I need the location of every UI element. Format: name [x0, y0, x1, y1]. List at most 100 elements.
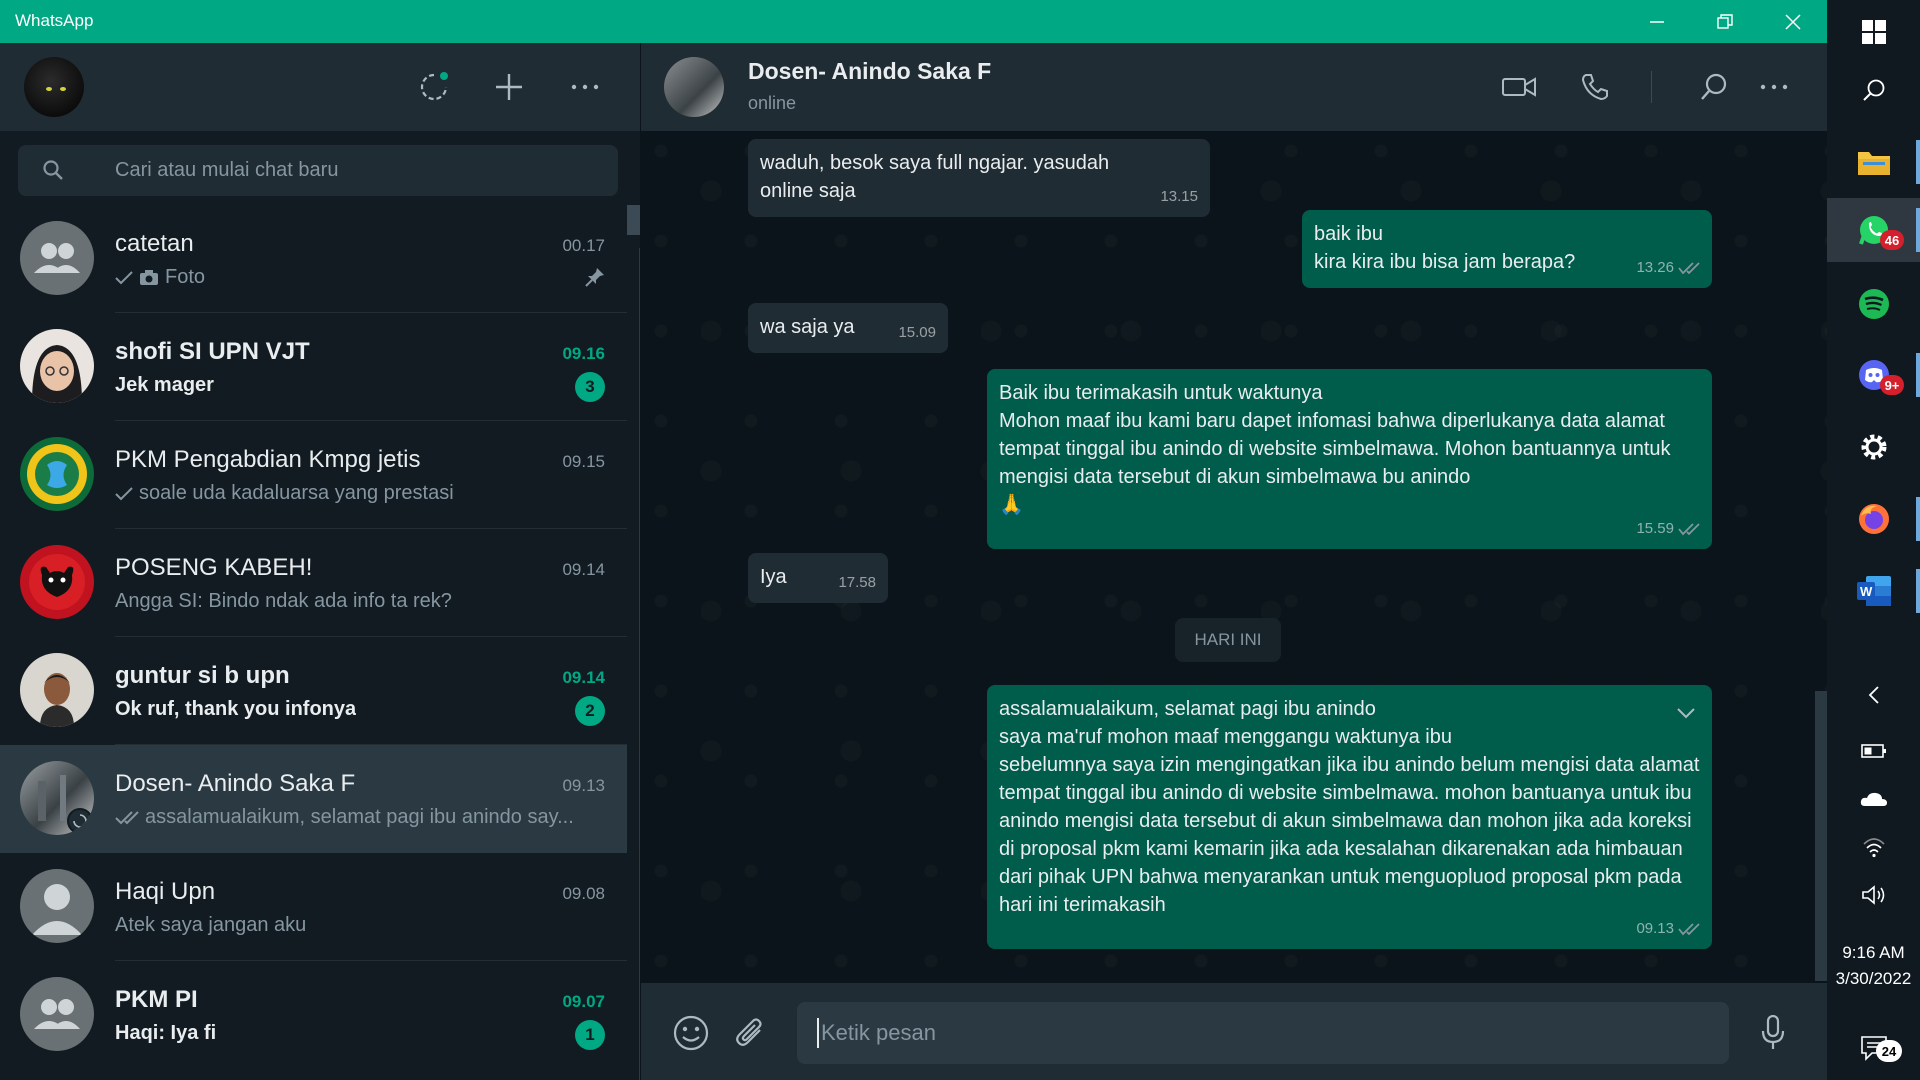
notification-center-icon[interactable]	[1827, 1016, 1920, 1080]
taskbar-clock[interactable]: 9:16 AM 3/30/2022	[1827, 940, 1920, 992]
contact-avatar	[20, 653, 94, 727]
firefox-icon[interactable]	[1827, 487, 1920, 551]
start-button[interactable]	[1827, 0, 1920, 64]
chat-item-haqi-upn[interactable]: Haqi Upn 09.08 Atek saya jangan aku	[0, 853, 627, 961]
message-text: Baik ibu terimakasih untuk waktunya Moho…	[999, 382, 1671, 516]
double-check-icon	[1678, 261, 1700, 274]
chat-time: 09.15	[562, 452, 605, 471]
chat-item-shofi[interactable]: shofi SI UPN VJT 09.16 Jek mager 3	[0, 313, 627, 421]
conversation-menu-icon[interactable]	[1754, 67, 1794, 107]
group-avatar	[20, 437, 94, 511]
check-icon	[115, 270, 133, 284]
chevron-left-icon[interactable]	[1827, 671, 1920, 719]
unread-badge: 1	[575, 1020, 605, 1050]
close-button[interactable]	[1759, 0, 1827, 43]
contact-avatar	[20, 329, 94, 403]
chat-time: 09.14	[562, 560, 605, 579]
chat-preview-text: Jek mager	[115, 374, 214, 396]
message-outgoing[interactable]: assalamualaikum, selamat pagi ibu anindo…	[987, 685, 1712, 949]
wifi-icon[interactable]	[1827, 823, 1920, 871]
discord-icon[interactable]: 9+	[1827, 343, 1920, 407]
message-outgoing[interactable]: Baik ibu terimakasih untuk waktunya Moho…	[987, 369, 1712, 549]
message-scrollbar[interactable]	[1815, 691, 1827, 981]
message-outgoing[interactable]: baik ibu kira kira ibu bisa jam berapa? …	[1302, 210, 1712, 288]
message-meta: 17.58	[838, 569, 876, 597]
message-meta: 13.15	[1160, 183, 1198, 211]
message-incoming[interactable]: waduh, besok saya full ngajar. yasudah o…	[748, 139, 1210, 217]
chat-time: 09.07	[562, 992, 605, 1011]
search-input[interactable]: Cari atau mulai chat baru	[18, 145, 618, 196]
chat-item-pkm-pengabdian[interactable]: PKM Pengabdian Kmpg jetis 09.15 soale ud…	[0, 421, 627, 529]
spotify-icon[interactable]	[1827, 272, 1920, 336]
onedrive-icon[interactable]	[1827, 775, 1920, 823]
message-time: 13.26	[1636, 259, 1674, 276]
contact-avatar	[20, 869, 94, 943]
search-icon	[42, 159, 64, 186]
chat-item-pkm-pi[interactable]: PKM PI 09.07 Haqi: Iya fi 1	[0, 961, 627, 1069]
chat-time: 09.16	[562, 344, 605, 363]
volume-icon[interactable]	[1827, 871, 1920, 919]
message-input[interactable]: Ketik pesan	[797, 1002, 1729, 1064]
message-meta: 15.09	[898, 319, 936, 347]
chat-item-catetan[interactable]: catetan 00.17 Foto	[0, 205, 627, 313]
chat-preview-text: Atek saya jangan aku	[115, 914, 307, 936]
chat-name: POSENG KABEH!	[115, 554, 313, 581]
chat-time: 00.17	[562, 236, 605, 255]
emoji-icon[interactable]	[669, 1011, 713, 1055]
message-time: 15.59	[1636, 520, 1674, 537]
group-avatar	[20, 545, 94, 619]
chat-list: catetan 00.17 Foto shofi SI UPN VJT 09.1…	[0, 205, 627, 1080]
attach-icon[interactable]	[729, 1011, 773, 1055]
new-chat-icon[interactable]	[489, 67, 529, 107]
chat-preview-text: soale uda kadaluarsa yang prestasi	[139, 482, 454, 504]
restore-button[interactable]	[1691, 0, 1759, 43]
word-icon[interactable]: W	[1827, 559, 1920, 623]
double-check-icon	[1678, 922, 1700, 935]
chevron-down-icon[interactable]	[1676, 699, 1696, 727]
message-text: assalamualaikum, selamat pagi ibu anindo…	[999, 698, 1700, 916]
chat-item-guntur[interactable]: guntur si b upn 09.14 Ok ruf, thank you …	[0, 637, 627, 745]
contact-status: online	[748, 93, 797, 113]
video-call-icon[interactable]	[1499, 67, 1539, 107]
message-text: waduh, besok saya full ngajar. yasudah o…	[760, 152, 1115, 202]
chat-name: Dosen- Anindo Saka F	[115, 770, 356, 797]
check-icon	[115, 486, 133, 500]
chat-time: 09.08	[562, 884, 605, 903]
window-title: WhatsApp	[15, 11, 94, 30]
chat-name: shofi SI UPN VJT	[115, 338, 310, 365]
minimize-button[interactable]	[1623, 0, 1691, 43]
status-icon[interactable]	[414, 67, 454, 107]
chat-preview-text: Haqi: Iya fi	[115, 1022, 217, 1044]
chat-list-scrollbar[interactable]	[627, 205, 640, 235]
menu-icon[interactable]	[565, 67, 605, 107]
message-time: 17.58	[838, 574, 876, 591]
text-caret	[817, 1018, 819, 1048]
whatsapp-unread-badge: 46	[1880, 230, 1904, 250]
taskbar-search-icon[interactable]	[1827, 58, 1920, 122]
camera-icon	[140, 269, 158, 285]
group-avatar	[20, 977, 94, 1051]
chat-preview-text: Angga SI: Bindo ndak ada info ta rek?	[115, 590, 452, 612]
microphone-icon[interactable]	[1751, 1011, 1795, 1055]
battery-icon[interactable]	[1827, 727, 1920, 775]
file-explorer-icon[interactable]	[1827, 130, 1920, 194]
double-check-icon	[115, 810, 139, 824]
conversation-header[interactable]: Dosen- Anindo Saka F online	[641, 43, 1827, 131]
left-header	[0, 43, 640, 131]
notification-count-badge: 24	[1876, 1040, 1902, 1062]
message-meta: 09.13	[1636, 915, 1700, 943]
my-avatar[interactable]	[24, 57, 84, 117]
contact-avatar[interactable]	[664, 57, 724, 117]
chat-time: 09.14	[562, 668, 605, 687]
group-avatar	[20, 221, 94, 295]
voice-call-icon[interactable]	[1575, 67, 1615, 107]
discord-badge: 9+	[1880, 375, 1904, 395]
whatsapp-taskbar-icon[interactable]: 46	[1827, 198, 1920, 262]
message-incoming[interactable]: Iya 17.58	[748, 553, 888, 603]
message-incoming[interactable]: wa saja ya 15.09	[748, 303, 948, 353]
chat-item-poseng-kabeh[interactable]: POSENG KABEH! 09.14 Angga SI: Bindo ndak…	[0, 529, 627, 637]
chat-item-dosen-anindo[interactable]: Dosen- Anindo Saka F 09.13 assalamualaik…	[0, 745, 627, 853]
pin-icon	[585, 267, 605, 292]
settings-gear-icon[interactable]	[1827, 415, 1920, 479]
search-icon[interactable]	[1694, 67, 1734, 107]
